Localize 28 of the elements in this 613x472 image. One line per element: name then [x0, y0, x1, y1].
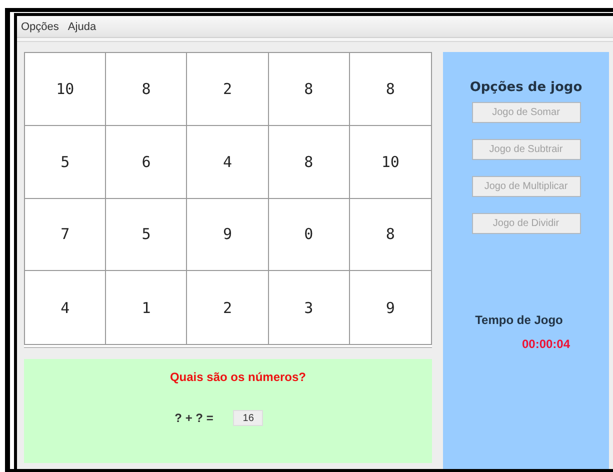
- number-cell[interactable]: 7: [25, 198, 106, 272]
- number-cell[interactable]: 8: [350, 198, 431, 272]
- number-cell[interactable]: 8: [268, 53, 350, 126]
- options-title: Opções de jogo: [470, 80, 582, 95]
- timer-label: Tempo de Jogo: [475, 313, 563, 327]
- menu-item[interactable]: Ajuda: [68, 20, 96, 32]
- number-cell[interactable]: 9: [187, 198, 269, 272]
- menu-item[interactable]: Opções: [21, 20, 59, 32]
- number-cell[interactable]: 9: [350, 271, 431, 344]
- number-cell[interactable]: 8: [350, 53, 431, 126]
- number-cell[interactable]: 1: [106, 271, 188, 344]
- number-cell[interactable]: 5: [106, 198, 188, 272]
- question-title: Quais são os números?: [170, 370, 306, 384]
- number-cell[interactable]: 6: [106, 126, 188, 198]
- number-cell[interactable]: 0: [268, 198, 350, 272]
- number-cell[interactable]: 10: [350, 126, 431, 198]
- timer-value: 00:00:04: [522, 337, 570, 351]
- number-cell[interactable]: 5: [25, 126, 106, 198]
- number-cell[interactable]: 4: [187, 126, 269, 198]
- answer-field: 16: [233, 410, 264, 426]
- number-cell[interactable]: 10: [25, 53, 106, 126]
- number-cell[interactable]: 3: [268, 271, 350, 344]
- number-cell[interactable]: 8: [268, 126, 350, 198]
- number-cell[interactable]: 4: [25, 271, 106, 344]
- number-cell[interactable]: 2: [187, 53, 269, 126]
- equation-text: ? + ? =: [174, 411, 214, 425]
- number-cell[interactable]: 8: [106, 53, 188, 126]
- number-cell[interactable]: 2: [187, 271, 269, 344]
